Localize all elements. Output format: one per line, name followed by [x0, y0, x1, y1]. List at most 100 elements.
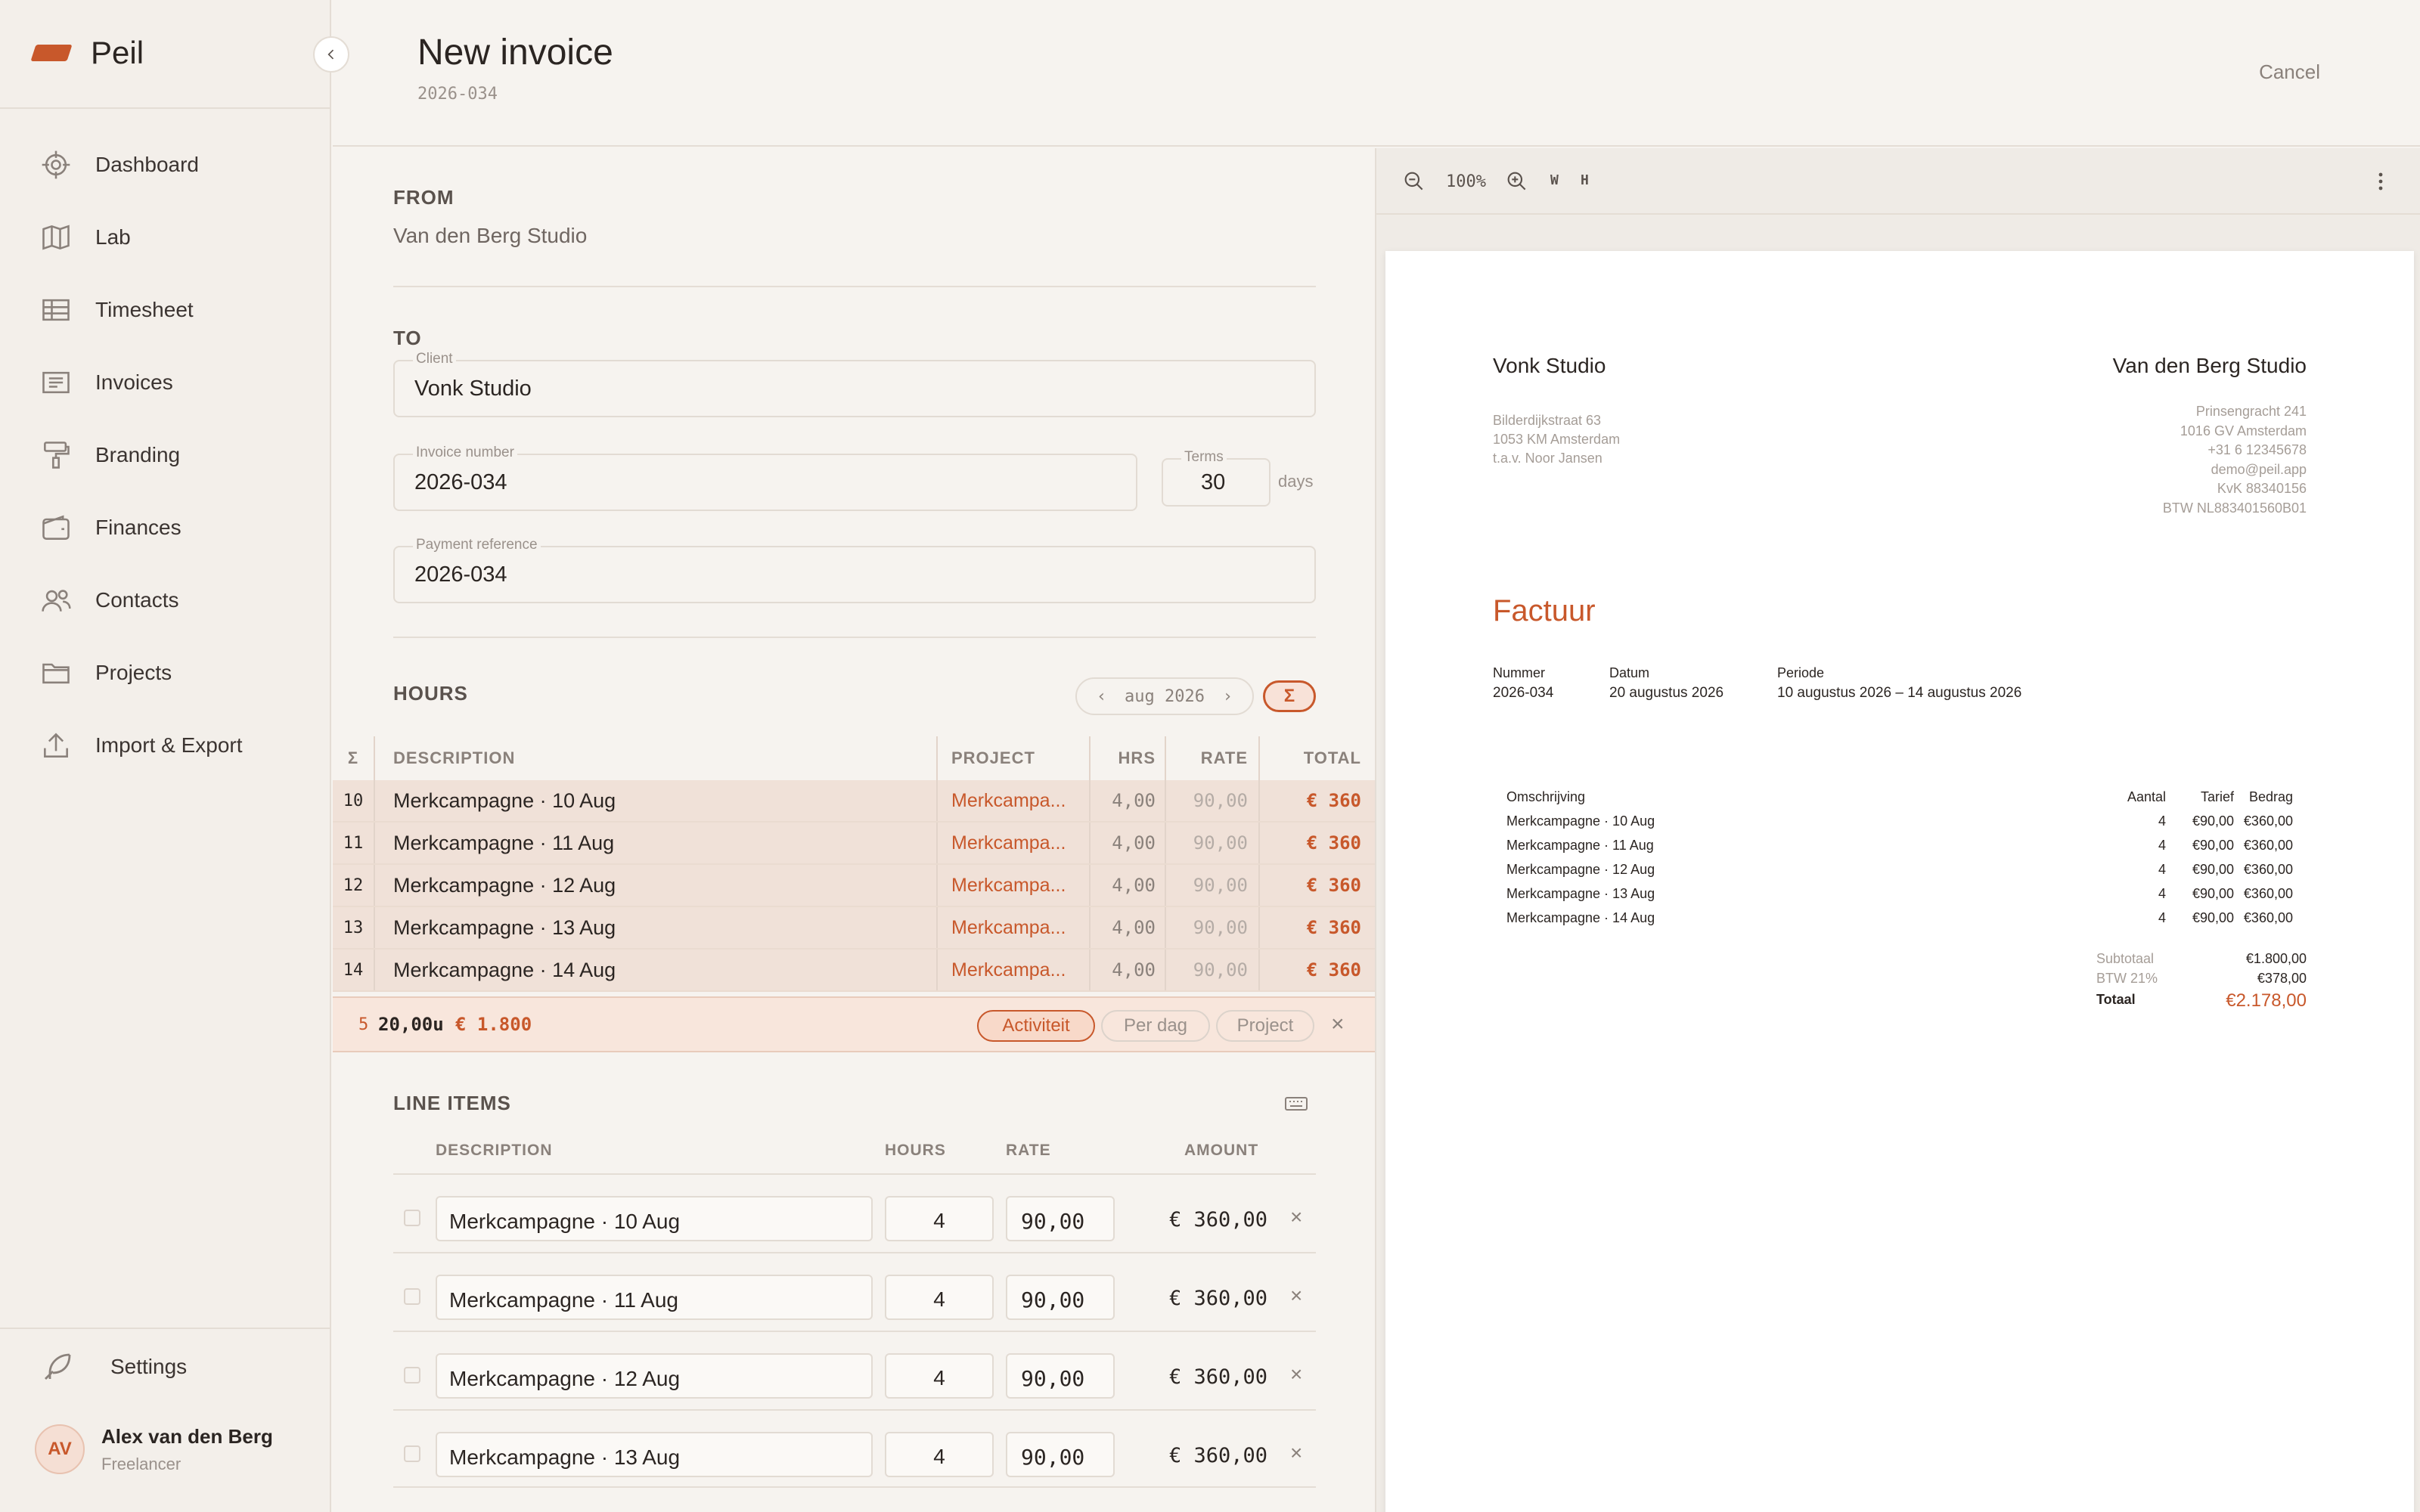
hours-input[interactable]: 4: [885, 1196, 994, 1241]
user-profile[interactable]: AV Alex van den Berg Freelancer: [35, 1424, 273, 1474]
preview-row-qty: 4: [2158, 862, 2166, 877]
row-total: € 360: [1306, 790, 1361, 811]
preview-col-qty: Aantal: [2127, 789, 2166, 804]
description-input[interactable]: Merkcampagne · 11 Aug: [436, 1275, 873, 1320]
description-input[interactable]: Merkcampagne · 12 Aug: [436, 1353, 873, 1399]
table-row[interactable]: 12 Merkcampagne · 12 Aug Merkcampa... 4,…: [333, 865, 1375, 907]
terms-field[interactable]: Terms 30: [1162, 449, 1270, 507]
meta-date-value: 20 augustus 2026: [1609, 685, 1724, 701]
preview-row-qty: 4: [2158, 813, 2166, 829]
description-input[interactable]: Merkcampagne · 10 Aug: [436, 1196, 873, 1241]
row-project: Merkcampa...: [951, 916, 1066, 938]
client-field[interactable]: Client Vonk Studio: [393, 351, 1316, 417]
collapse-sidebar-button[interactable]: [313, 36, 349, 73]
row-checkbox[interactable]: [404, 1210, 420, 1226]
sidebar-item-label: Import & Export: [95, 733, 243, 757]
hours-input[interactable]: 4: [885, 1432, 994, 1477]
preview-row-description: Merkcampagne · 14 Aug: [1506, 910, 1655, 925]
meta-number-value: 2026-034: [1493, 685, 1554, 701]
sidebar-item-lab[interactable]: Lab: [0, 201, 331, 274]
invoice-number-field[interactable]: Invoice number 2026-034: [393, 445, 1137, 511]
row-hrs: 4,00: [1112, 959, 1156, 981]
sidebar-item-finances[interactable]: Finances: [0, 491, 331, 564]
remove-row-icon[interactable]: ×: [1290, 1362, 1302, 1387]
preview-row-amount: €360,00: [2243, 886, 2293, 901]
sidebar-item-settings[interactable]: Settings: [39, 1349, 187, 1385]
total-value: €2.178,00: [2226, 990, 2307, 1011]
zoom-in-icon[interactable]: [1505, 169, 1529, 194]
zoom-out-icon[interactable]: [1402, 169, 1426, 194]
row-total: € 360: [1306, 917, 1361, 938]
rate-input[interactable]: 90,00: [1006, 1432, 1115, 1477]
brand-logo-icon: [30, 45, 73, 61]
group-project-button[interactable]: Project: [1216, 1010, 1314, 1042]
table-header: Σ DESCRIPTION PROJECT HRS RATE TOTAL: [333, 736, 1375, 780]
fit-width-button[interactable]: W: [1550, 172, 1559, 188]
keyboard-icon[interactable]: [1284, 1095, 1308, 1113]
table-row[interactable]: 14 Merkcampagne · 14 Aug Merkcampa... 4,…: [333, 950, 1375, 992]
line-item-row: Merkcampagne · 11 Aug 4 90,00 € 360,00 ×: [393, 1252, 1316, 1331]
sidebar-item-import-export[interactable]: Import & Export: [0, 709, 331, 782]
rate-input[interactable]: 90,00: [1006, 1275, 1115, 1320]
month-selector[interactable]: ‹ aug 2026 ›: [1075, 677, 1254, 715]
rate-input[interactable]: 90,00: [1006, 1196, 1115, 1241]
sidebar-item-projects[interactable]: Projects: [0, 637, 331, 709]
terms-unit: days: [1278, 472, 1314, 491]
column-divider: [936, 865, 938, 906]
sum-toggle-button[interactable]: Σ: [1263, 680, 1316, 712]
row-total: € 360: [1306, 875, 1361, 896]
total-label: Totaal: [2096, 992, 2136, 1007]
page-subtitle: 2026-034: [417, 85, 498, 104]
sidebar-item-branding[interactable]: Branding: [0, 419, 331, 491]
remove-row-icon[interactable]: ×: [1290, 1441, 1302, 1465]
brand[interactable]: Peil: [30, 32, 144, 74]
meta-date-label: Datum: [1609, 665, 1650, 680]
column-divider: [1089, 950, 1091, 990]
preview-row-description: Merkcampagne · 12 Aug: [1506, 862, 1655, 877]
hours-input[interactable]: 4: [885, 1275, 994, 1320]
line-item-row: Merkcampagne · 12 Aug 4 90,00 € 360,00 ×: [393, 1331, 1316, 1409]
group-per-dag-button[interactable]: Per dag: [1101, 1010, 1210, 1042]
sidebar-item-invoices[interactable]: Invoices: [0, 346, 331, 419]
column-total: TOTAL: [1303, 748, 1361, 767]
sidebar-item-dashboard[interactable]: Dashboard: [0, 129, 331, 201]
payment-reference-field[interactable]: Payment reference 2026-034: [393, 537, 1316, 603]
remove-row-icon[interactable]: ×: [1290, 1284, 1302, 1308]
user-role: Freelancer: [101, 1454, 182, 1473]
description-input[interactable]: Merkcampagne · 13 Aug: [436, 1432, 873, 1477]
column-divider: [1165, 823, 1166, 863]
preview-row-rate: €90,00: [2192, 813, 2234, 829]
more-vertical-icon[interactable]: [2373, 168, 2388, 195]
row-checkbox[interactable]: [404, 1445, 420, 1462]
sidebar-item-timesheet[interactable]: Timesheet: [0, 274, 331, 346]
column-hrs: HRS: [1118, 748, 1156, 767]
users-icon: [42, 590, 71, 612]
remove-row-icon[interactable]: ×: [1290, 1205, 1302, 1229]
invoice-form: FROM Van den Berg Studio TO Client Vonk …: [333, 148, 1375, 1512]
cancel-button[interactable]: Cancel: [2259, 60, 2320, 84]
row-rate: 90,00: [1193, 832, 1248, 854]
sidebar-item-label: Contacts: [95, 588, 179, 612]
close-icon[interactable]: ×: [1331, 1012, 1345, 1037]
column-amount: AMOUNT: [1184, 1142, 1259, 1159]
column-divider: [1258, 823, 1260, 863]
row-total: € 360: [1306, 832, 1361, 854]
table-row[interactable]: 10 Merkcampagne · 10 Aug Merkcampa... 4,…: [333, 780, 1375, 823]
table-row[interactable]: 11 Merkcampagne · 11 Aug Merkcampa... 4,…: [333, 823, 1375, 865]
chevron-left-icon[interactable]: ‹: [1097, 687, 1106, 706]
sender-name: Van den Berg Studio: [2112, 354, 2307, 377]
sidebar-item-contacts[interactable]: Contacts: [0, 564, 331, 637]
row-rate: 90,00: [1193, 790, 1248, 811]
preview-row-description: Merkcampagne · 10 Aug: [1506, 813, 1655, 829]
brand-name: Peil: [91, 35, 144, 70]
chevron-right-icon[interactable]: ›: [1223, 687, 1233, 706]
table-row[interactable]: 13 Merkcampagne · 13 Aug Merkcampa... 4,…: [333, 907, 1375, 950]
group-activiteit-button[interactable]: Activiteit: [977, 1010, 1095, 1042]
row-checkbox[interactable]: [404, 1288, 420, 1305]
row-checkbox[interactable]: [404, 1367, 420, 1383]
hours-input[interactable]: 4: [885, 1353, 994, 1399]
hours-table: Σ DESCRIPTION PROJECT HRS RATE TOTAL 10 …: [333, 736, 1375, 992]
rate-input[interactable]: 90,00: [1006, 1353, 1115, 1399]
fit-height-button[interactable]: H: [1581, 172, 1589, 188]
crosshair-icon: [42, 150, 70, 179]
